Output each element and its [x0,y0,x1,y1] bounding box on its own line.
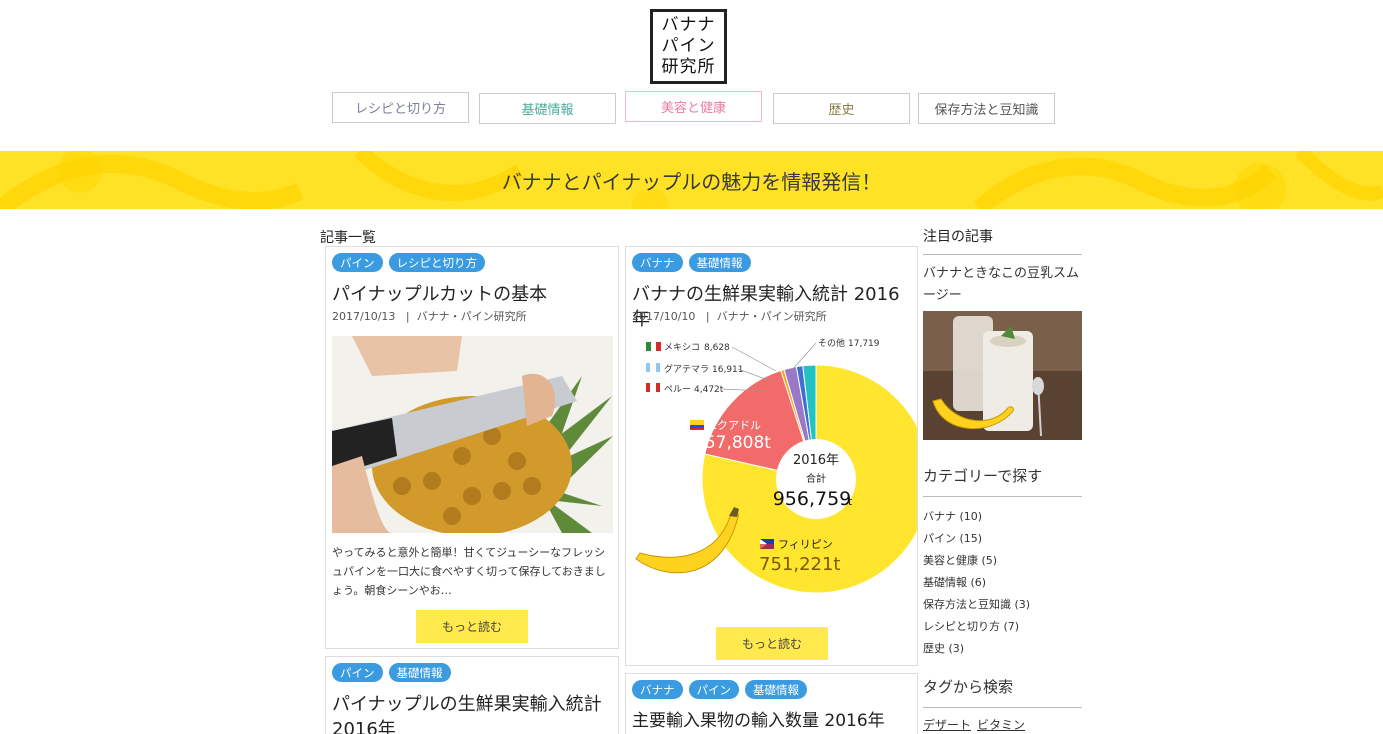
main-nav: レシピと切り方 基礎情報 美容と健康 歴史 保存方法と豆知識 [332,91,1055,125]
featured-title: 注目の記事 [923,229,993,245]
banner-text: バナナとパイナップルの魅力を情報発信！ [501,169,882,194]
article-date: 2017/10/10 [632,310,696,323]
article-card[interactable]: パイン 基礎情報 パイナップルの生鮮果実輸入統計 2016年 [325,656,619,734]
import-pie-chart[interactable]: 2016年 合計 956,759 t フィリピン 751,221t エクアドル … [626,331,917,601]
article-card[interactable]: バナナ パイン 基礎情報 主要輸入果物の輸入数量 2016年 [625,673,918,734]
article-card[interactable]: パイン レシピと切り方 パイナップルカットの基本 2017/10/13 | バナ… [325,246,619,649]
read-more-button[interactable]: もっと読む [716,627,828,660]
categories-title: カテゴリーで探す [923,467,1043,485]
tag-badge[interactable]: 基礎情報 [688,253,751,272]
divider [923,254,1082,255]
logo-line-1: バナナ [661,15,716,35]
tag-badge[interactable]: バナナ [632,680,683,699]
article-title[interactable]: バナナの生鮮果実輸入統計 2016年 [632,282,917,332]
meta-separator: | [698,310,714,323]
read-more-button[interactable]: もっと読む [416,610,528,643]
label-guatemala: グアテマラ 16,911 [646,363,772,382]
article-tags: パイン 基礎情報 [332,663,451,682]
slice-label: エクアドル [706,419,761,432]
article-meta: 2017/10/10 | バナナ・パイン研究所 [632,308,827,324]
category-link[interactable]: 保存方法と豆知識 (3) [923,596,1030,612]
pie-chart-svg: 2016年 合計 956,759 t フィリピン 751,221t エクアドル … [635,337,917,594]
category-link[interactable]: レシピと切り方 (7) [923,618,1019,634]
slice-label: フィリピン [778,538,833,551]
article-title[interactable]: 主要輸入果物の輸入数量 2016年 [632,709,885,734]
tag-badge[interactable]: 基礎情報 [745,680,807,699]
center-label: 合計 [806,472,826,485]
slice-value: 751,221t [759,554,841,575]
slice-label: ペルー [664,385,691,395]
category-link[interactable]: 歴史 (3) [923,640,964,656]
nav-recipes[interactable]: レシピと切り方 [332,92,469,123]
slice-label: メキシコ [664,343,700,353]
article-title[interactable]: パイナップルカットの基本 [332,282,547,307]
nav-basics[interactable]: 基礎情報 [479,93,616,124]
category-link[interactable]: バナナ (10) [923,508,982,524]
slice-label: グアテマラ [664,363,709,375]
logo-line-2: パイン [661,36,716,56]
slice-value: 16,911 [712,365,744,375]
tag-badge[interactable]: パイン [332,663,383,682]
slice-value: 17,719 [848,339,880,349]
tag-badge[interactable]: レシピと切り方 [388,253,485,272]
article-meta: 2017/10/13 | バナナ・パイン研究所 [332,308,527,324]
category-link[interactable]: パイン (15) [923,530,982,546]
slice-value: 4,472t [694,385,724,395]
nav-beauty-health[interactable]: 美容と健康 [625,91,762,122]
article-card[interactable]: バナナ 基礎情報 バナナの生鮮果実輸入統計 2016年 2017/10/10 |… [625,246,918,666]
article-tags: バナナ 基礎情報 [632,253,751,272]
tags-title: タグから検索 [923,678,1014,696]
logo-line-3: 研究所 [661,57,716,77]
center-year: 2016年 [793,453,839,468]
hero-banner: バナナとパイナップルの魅力を情報発信！ [0,151,1383,209]
tag-link[interactable]: ビタミン [977,716,1025,733]
center-unit: t [848,495,853,508]
nav-storage-tips[interactable]: 保存方法と豆知識 [918,93,1055,124]
nav-history[interactable]: 歴史 [773,93,910,124]
divider [923,707,1082,708]
smoothie-illustration [923,311,1082,440]
divider [923,496,1082,497]
featured-article-image[interactable] [923,311,1082,440]
label-ecuador: エクアドル 157,808t [690,419,771,453]
tag-badge[interactable]: バナナ [632,253,683,272]
tag-link[interactable]: デザート [923,716,971,733]
meta-separator: | [398,310,414,323]
center-total: 956,759 [773,488,852,510]
tag-badge[interactable]: 基礎情報 [388,663,451,682]
article-tags: パイン レシピと切り方 [332,253,485,272]
category-link[interactable]: 基礎情報 (6) [923,574,986,590]
site-logo[interactable]: バナナ パイン 研究所 [650,9,727,84]
article-author: バナナ・パイン研究所 [416,310,527,323]
article-author: バナナ・パイン研究所 [716,310,827,323]
article-date: 2017/10/13 [332,310,396,323]
article-excerpt: やってみると意外と簡単！甘くてジューシーなフレッシュパインを一口大に食べやすく切… [332,546,606,597]
category-link[interactable]: 美容と健康 (5) [923,552,997,568]
slice-label: その他 [818,337,845,349]
pineapple-illustration [332,336,613,533]
featured-article-link[interactable]: バナナときなこの豆乳スムージー [923,263,1082,307]
slice-value: 157,808t [694,433,771,453]
label-philippines: フィリピン 751,221t [759,538,841,575]
article-list-title: 記事一覧 [320,230,376,246]
article-title[interactable]: パイナップルの生鮮果実輸入統計 2016年 [332,692,612,734]
pineapple-cut-image[interactable] [332,336,613,533]
tag-badge[interactable]: パイン [332,253,383,272]
article-tags: バナナ パイン 基礎情報 [632,680,807,699]
tag-badge[interactable]: パイン [688,680,739,699]
slice-value: 8,628 [704,343,730,353]
